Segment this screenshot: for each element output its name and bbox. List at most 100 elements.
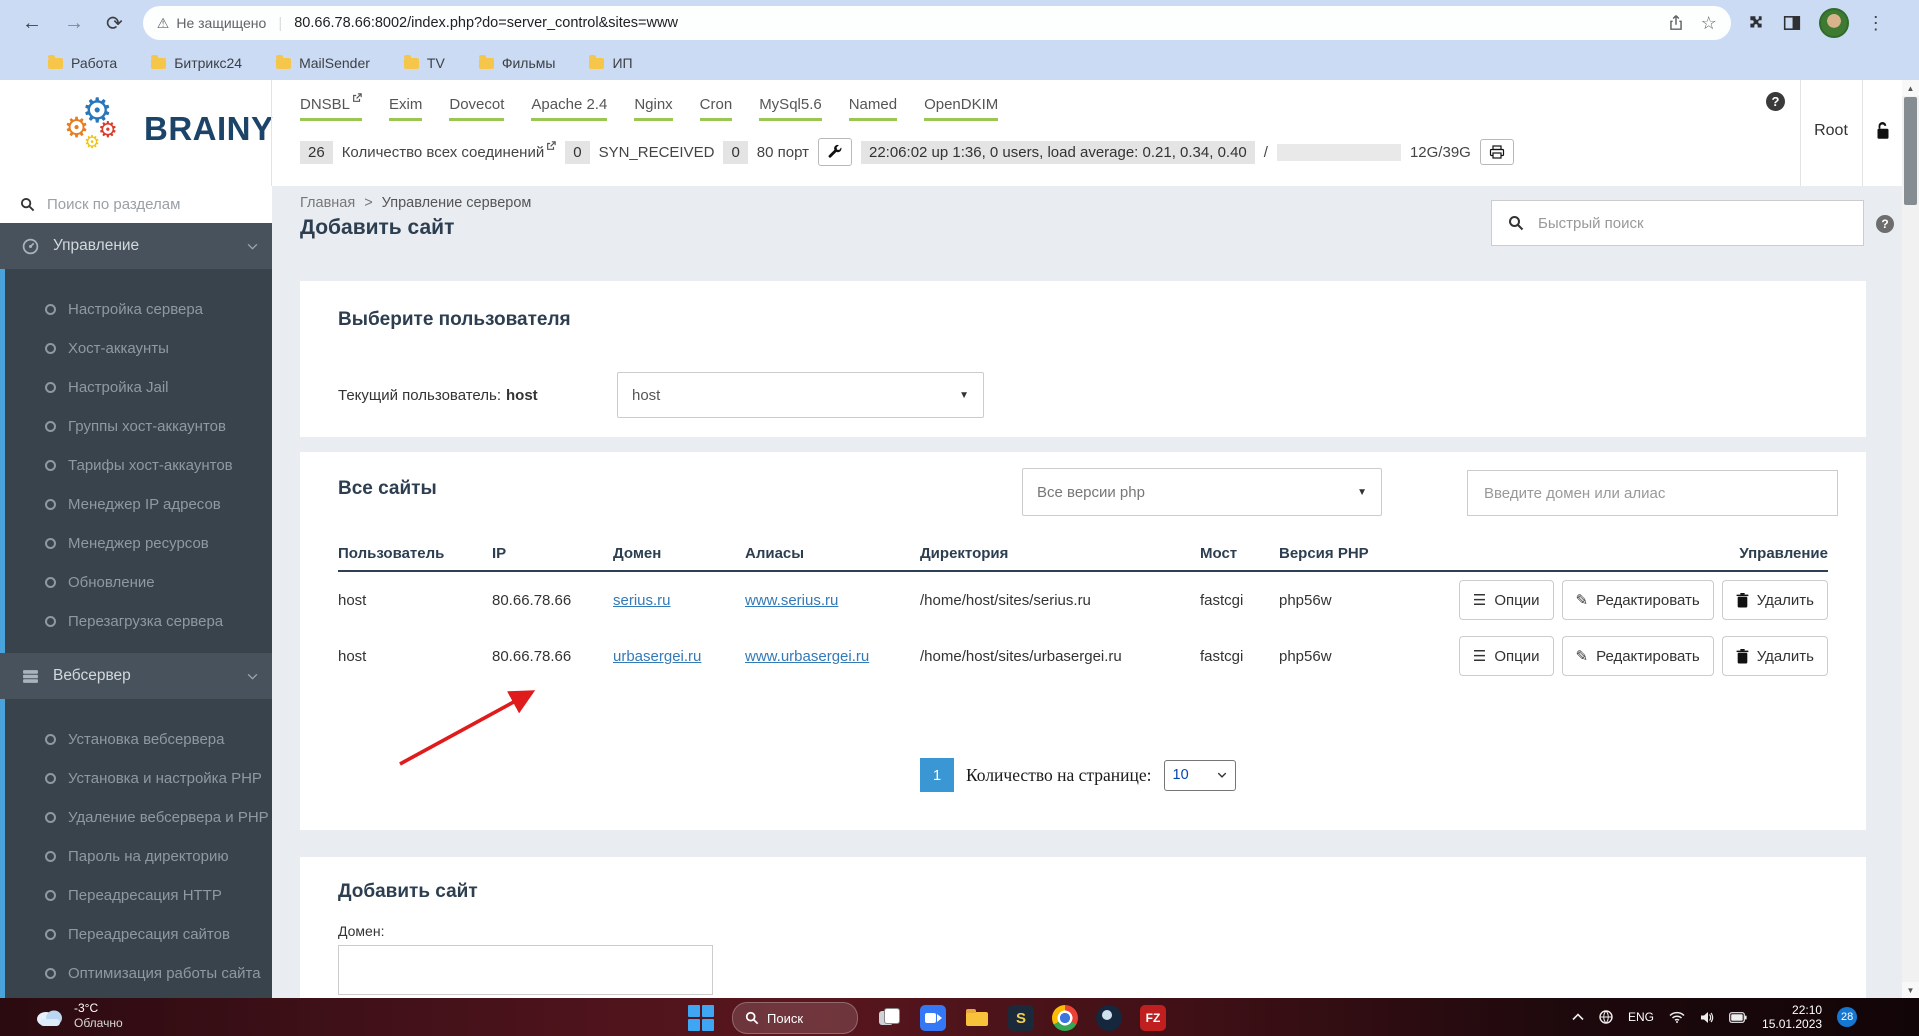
nav-link-apache[interactable]: Apache 2.4 [531,96,607,121]
nav-link-dnsbl[interactable]: DNSBL [300,96,362,121]
chat-icon[interactable] [920,1005,946,1031]
chrome-icon[interactable] [1052,1005,1078,1031]
delete-button[interactable]: Удалить [1722,580,1828,620]
sidebar-item-ip-manager[interactable]: Менеджер IP адресов [5,485,272,524]
notification-count-badge[interactable]: 28 [1837,1007,1857,1027]
options-button[interactable]: ☰Опции [1459,580,1554,620]
taskbar-search[interactable]: Поиск [732,1002,858,1034]
quick-search-box[interactable] [1491,200,1864,246]
sidebar: Управление Настройка сервера Хост-аккаун… [0,186,272,998]
sidebar-item-webserver-install[interactable]: Установка вебсервера [5,720,272,759]
browser-menu-icon[interactable]: ⋮ [1867,13,1885,34]
bookmark-item[interactable]: ИП [589,55,632,71]
bookmark-item[interactable]: Битрикс24 [151,55,242,71]
current-user-root[interactable]: Root [1800,122,1862,140]
sidebar-item-server-reboot[interactable]: Перезагрузка сервера [5,602,272,641]
sidebar-item-site-optimization[interactable]: Оптимизация работы сайта [5,954,272,993]
language-indicator[interactable]: ENG [1628,1010,1654,1024]
bookmark-item[interactable]: Работа [48,55,117,71]
file-explorer-icon[interactable] [964,1005,990,1031]
per-page-select[interactable]: 10 [1164,760,1236,791]
share-icon[interactable] [1667,14,1685,32]
bookmark-star-icon[interactable]: ☆ [1701,13,1717,34]
per-page-value: 10 [1173,767,1189,783]
wifi-icon[interactable] [1669,1011,1685,1023]
address-bar[interactable]: ⚠ Не защищено | 80.66.78.66:8002/index.p… [143,6,1731,40]
sidebar-item-http-redirect[interactable]: Переадресация HTTP [5,876,272,915]
nav-link-named[interactable]: Named [849,96,897,121]
print-button[interactable] [1480,139,1514,165]
bookmark-item[interactable]: MailSender [276,55,370,71]
sidebar-item-host-accounts[interactable]: Хост-аккаунты [5,329,272,368]
bookmark-item[interactable]: TV [404,55,445,71]
extensions-puzzle-icon[interactable] [1747,14,1765,32]
quick-search-help-icon[interactable]: ? [1876,215,1894,233]
dark-app-icon[interactable] [1096,1005,1122,1031]
nav-link-exim[interactable]: Exim [389,96,422,121]
php-version-select[interactable]: Все версии php ▼ [1022,468,1382,516]
sidebar-item-update[interactable]: Обновление [5,563,272,602]
filezilla-icon[interactable]: FZ [1140,1005,1166,1031]
taskbar-clock[interactable]: 22:10 15.01.2023 [1762,1003,1822,1031]
nav-link-opendkim[interactable]: OpenDKIM [924,96,998,121]
options-button[interactable]: ☰Опции [1459,636,1554,676]
sidebar-item-directory-password[interactable]: Пароль на директорию [5,837,272,876]
battery-icon[interactable] [1729,1012,1747,1023]
sidebar-item-php-install[interactable]: Установка и настройка PHP [5,759,272,798]
lock-icon[interactable] [1874,120,1892,142]
sidebar-section-webserver[interactable]: Вебсервер [0,653,272,699]
site-security-indicator[interactable]: ⚠ Не защищено [157,15,267,32]
header-help-icon[interactable]: ? [1766,92,1785,111]
delete-button[interactable]: Удалить [1722,636,1828,676]
sidebar-item-webserver-remove[interactable]: Удаление вебсервера и PHP [5,798,272,837]
browser-reload-button[interactable]: ⟳ [106,11,123,36]
task-view-icon[interactable] [876,1005,902,1031]
domain-filter-box[interactable] [1467,470,1838,516]
sidebar-search[interactable] [0,186,272,223]
quick-search-input[interactable] [1536,214,1830,233]
start-button[interactable] [688,1005,714,1031]
domain-filter-input[interactable] [1482,484,1816,503]
bookmark-item[interactable]: Фильмы [479,55,556,71]
sidebar-item-jail-settings[interactable]: Настройка Jail [5,368,272,407]
nav-link-nginx[interactable]: Nginx [634,96,672,121]
speaker-icon[interactable] [1700,1011,1714,1024]
edit-button[interactable]: ✎Редактировать [1562,580,1714,620]
sidebar-search-input[interactable] [45,195,249,214]
sidebar-section-upravlenie[interactable]: Управление [0,223,272,269]
scrollbar-up-arrow[interactable]: ▲ [1902,80,1919,96]
browser-back-button[interactable]: ← [22,12,42,35]
s-app-icon[interactable]: S [1008,1005,1034,1031]
weather-widget[interactable]: -3°C Облачно [34,1001,123,1031]
new-domain-input[interactable] [338,945,713,995]
tray-app-icon[interactable] [1599,1010,1613,1024]
nav-link-cron[interactable]: Cron [700,96,733,121]
brainy-logo[interactable]: ⚙ ⚙ ⚙ ⚙ BRAINY [64,98,274,160]
sidebar-item-site-redirect[interactable]: Переадресация сайтов [5,915,272,954]
sidebar-item-host-tariffs[interactable]: Тарифы хост-аккаунтов [5,446,272,485]
scrollbar-thumb[interactable] [1904,97,1917,205]
tray-chevron-up-icon[interactable] [1572,1013,1584,1021]
alias-link[interactable]: www.urbasergei.ru [745,648,920,665]
browser-profile-avatar[interactable] [1819,8,1849,38]
browser-forward-button[interactable]: → [64,12,84,35]
current-user-label: Текущий пользователь: [338,387,501,404]
sidebar-item-server-settings[interactable]: Настройка сервера [5,290,272,329]
sidebar-item-resource-manager[interactable]: Менеджер ресурсов [5,524,272,563]
tools-wrench-button[interactable] [818,138,852,166]
alias-link[interactable]: www.serius.ru [745,592,920,609]
connections-label[interactable]: Количество всех соединений [342,144,545,161]
scrollbar-down-arrow[interactable]: ▼ [1902,982,1919,998]
nav-link-mysql[interactable]: MySql5.6 [759,96,822,121]
breadcrumb-home[interactable]: Главная [300,195,355,211]
nav-link-dovecot[interactable]: Dovecot [449,96,504,121]
header-divider [1862,80,1863,186]
page-1-button[interactable]: 1 [920,758,954,792]
domain-link[interactable]: urbasergei.ru [613,648,745,665]
domain-link[interactable]: serius.ru [613,592,745,609]
sidebar-item-host-groups[interactable]: Группы хост-аккаунтов [5,407,272,446]
folder-icon [404,58,419,69]
edit-button[interactable]: ✎Редактировать [1562,636,1714,676]
user-select[interactable]: host ▼ [617,372,984,418]
side-panel-icon[interactable] [1783,14,1801,32]
